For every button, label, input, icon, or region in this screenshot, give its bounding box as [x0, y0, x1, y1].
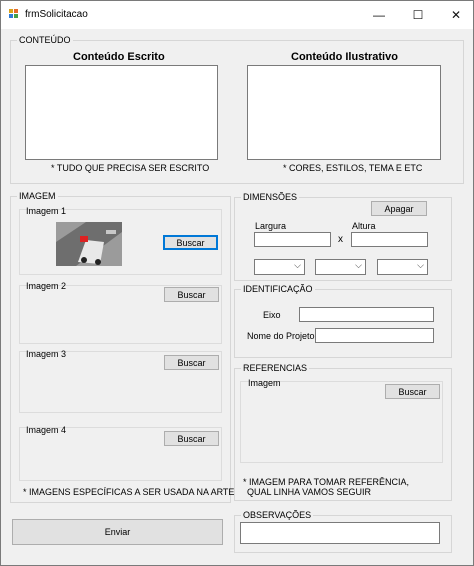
referencias-buscar-button[interactable]: Buscar [385, 384, 440, 399]
eixo-input[interactable] [299, 307, 434, 322]
observacoes-group-label: OBSERVAÇÕES [241, 509, 314, 521]
imagem-1-label: Imagem 1 [26, 206, 67, 216]
apagar-button[interactable]: Apagar [371, 201, 427, 216]
conteudo-escrito-note: * TUDO QUE PRECISA SER ESCRITO [51, 163, 210, 173]
imagem-note: * IMAGENS ESPECÍFICAS A SER USADA NA ART… [23, 487, 235, 497]
conteudo-ilustrativo-note: * CORES, ESTILOS, TEMA E ETC [283, 163, 423, 173]
largura-input[interactable] [254, 232, 331, 247]
title-bar: frmSolicitacao — ☐ ✕ [1, 1, 473, 29]
referencias-note-line1: * IMAGEM PARA TOMAR REFERÊNCIA, [243, 477, 410, 487]
referencias-note-line2: QUAL LINHA VAMOS SEGUIR [247, 487, 372, 497]
largura-label: Largura [255, 221, 287, 231]
imagem-1-buscar-button[interactable]: Buscar [163, 235, 218, 250]
window-title: frmSolicitacao [25, 9, 88, 20]
app-window: frmSolicitacao — ☐ ✕ CONTEÚDO Conteúdo E… [0, 0, 474, 566]
imagem-group-label: IMAGEM [17, 190, 58, 202]
chevron-down-icon: ⌵ [417, 260, 424, 270]
close-button[interactable]: ✕ [437, 1, 474, 29]
altura-label: Altura [352, 221, 376, 231]
chevron-down-icon: ⌵ [294, 260, 301, 270]
app-icon [9, 9, 19, 19]
maximize-button[interactable]: ☐ [399, 1, 437, 29]
altura-input[interactable] [351, 232, 428, 247]
dimensoes-group-label: DIMENSÕES [241, 191, 300, 203]
dimension-combo-2[interactable]: ⌵ [315, 259, 366, 275]
imagem-4-label: Imagem 4 [26, 425, 67, 435]
nome-projeto-input[interactable] [315, 328, 434, 343]
chevron-down-icon: ⌵ [355, 260, 362, 270]
imagem-3-label: Imagem 3 [26, 349, 67, 359]
referencias-imagem-label: Imagem [248, 378, 281, 388]
eixo-label: Eixo [263, 310, 281, 320]
dimension-combo-3[interactable]: ⌵ [377, 259, 428, 275]
identificacao-group-label: IDENTIFICAÇÃO [241, 283, 315, 295]
observacoes-textarea[interactable] [240, 522, 440, 544]
enviar-button[interactable]: Enviar [12, 519, 223, 545]
conteudo-group-label: CONTEÚDO [17, 34, 73, 46]
identificacao-group: IDENTIFICAÇÃO [234, 283, 452, 358]
imagem-2-label: Imagem 2 [26, 281, 67, 291]
imagem-4-buscar-button[interactable]: Buscar [164, 431, 219, 446]
imagem-3-buscar-button[interactable]: Buscar [164, 355, 219, 370]
minimize-button[interactable]: — [360, 1, 398, 29]
conteudo-ilustrativo-title: Conteúdo Ilustrativo [291, 51, 398, 63]
imagem-1-thumbnail [56, 222, 122, 266]
nome-projeto-label: Nome do Projeto [247, 331, 315, 341]
dimension-separator: x [338, 234, 343, 245]
dimension-combo-1[interactable]: ⌵ [254, 259, 305, 275]
referencias-group-label: REFERENCIAS [241, 362, 310, 374]
scrollbar[interactable] [471, 29, 473, 565]
imagem-2-buscar-button[interactable]: Buscar [164, 287, 219, 302]
conteudo-ilustrativo-textarea[interactable] [247, 65, 441, 160]
conteudo-escrito-textarea[interactable] [25, 65, 218, 160]
conteudo-escrito-title: Conteúdo Escrito [73, 51, 165, 63]
